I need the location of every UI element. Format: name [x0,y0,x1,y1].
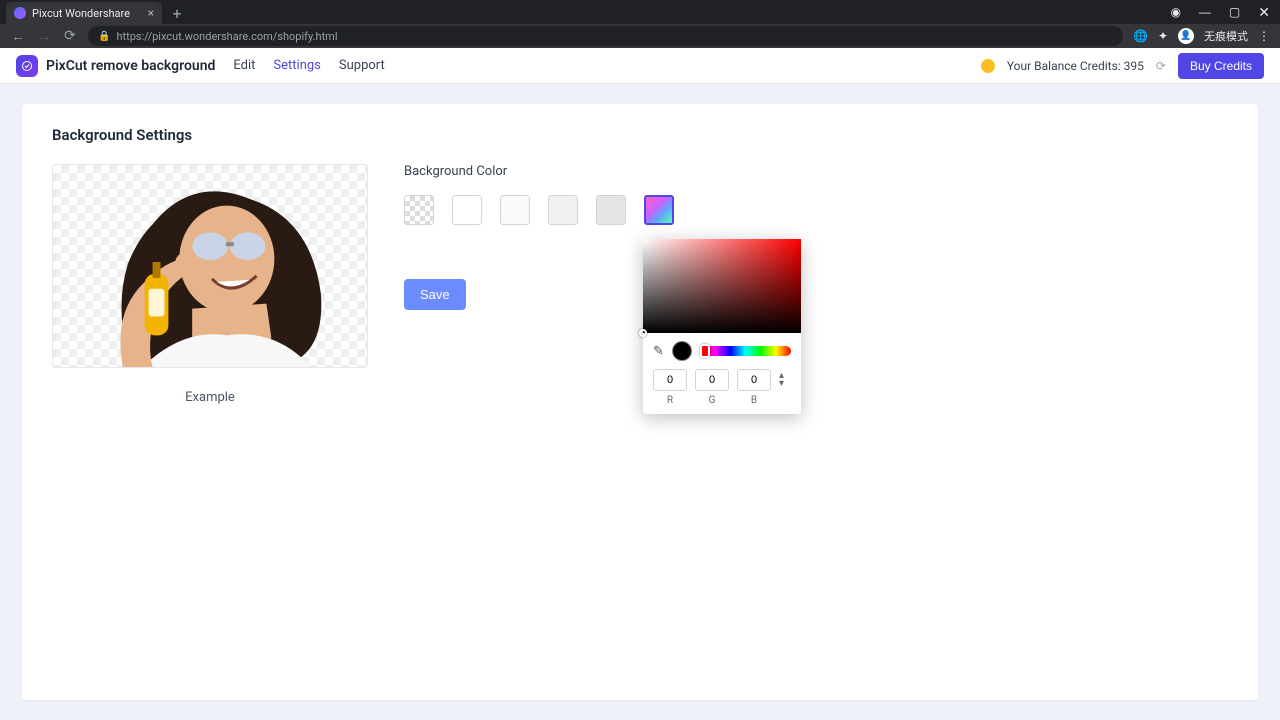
app-header: PixCut remove background Edit Settings S… [0,48,1280,84]
account-icon[interactable]: ◉ [1170,5,1180,19]
label-r: R [653,395,687,406]
address-bar[interactable]: 🔒 https://pixcut.wondershare.com/shopify… [88,26,1123,46]
window-close-icon[interactable]: ✕ [1258,4,1270,21]
app-logo-icon [16,55,38,77]
color-picker-popover: ✎ ▴▾ R G B [643,239,801,414]
current-color-preview [672,341,692,361]
browser-chrome: Pixcut Wondershare × + ◉ — ▢ ✕ ← → ⟳ 🔒 h… [0,0,1280,48]
buy-credits-button[interactable]: Buy Credits [1178,53,1264,79]
chrome-toolbar-icons: 🌐 ✦ 👤 无痕模式 ⋮ [1133,28,1270,44]
page-body: Background Settings [0,84,1280,720]
bg-color-label: Background Color [404,164,1228,179]
label-g: G [695,395,729,406]
sv-handle-icon[interactable] [639,329,647,337]
rgb-g-input[interactable] [695,369,729,391]
translate-icon[interactable]: 🌐 [1133,29,1148,43]
coin-icon [981,59,995,73]
back-icon[interactable]: ← [10,28,26,45]
hue-handle-icon[interactable] [700,344,710,358]
favicon-icon [14,7,26,19]
color-mode-toggle[interactable]: ▴▾ [779,372,784,388]
extensions-icon[interactable]: ✦ [1158,29,1168,43]
browser-tab[interactable]: Pixcut Wondershare × [6,2,162,24]
example-column: Example [52,164,368,405]
swatch-white[interactable] [452,195,482,225]
saturation-value-area[interactable] [643,239,801,333]
maximize-icon[interactable]: ▢ [1229,5,1240,19]
lock-icon: 🔒 [98,31,110,42]
header-right: Your Balance Credits: 395 ⟳ Buy Credits [981,53,1264,79]
swatch-gray1[interactable] [500,195,530,225]
rgb-b-input[interactable] [737,369,771,391]
app-nav: Edit Settings Support [233,58,384,73]
app-title: PixCut remove background [46,58,215,74]
minimize-icon[interactable]: — [1199,5,1211,19]
example-caption: Example [52,390,368,405]
swatch-gray2[interactable] [548,195,578,225]
refresh-credits-icon[interactable]: ⟳ [1156,59,1166,73]
swatch-row [404,195,1228,225]
window-controls: ◉ — ▢ ✕ [1170,0,1280,24]
save-button[interactable]: Save [404,279,466,310]
rgb-r-input[interactable] [653,369,687,391]
chrome-menu-icon[interactable]: ⋮ [1258,29,1270,43]
tab-bar: Pixcut Wondershare × + ◉ — ▢ ✕ [0,0,1280,24]
address-row: ← → ⟳ 🔒 https://pixcut.wondershare.com/s… [0,24,1280,48]
forward-icon[interactable]: → [36,28,52,45]
profile-label: 无痕模式 [1204,28,1248,44]
nav-support[interactable]: Support [339,58,385,73]
settings-column: Background Color Save [404,164,1228,405]
label-b: B [737,395,771,406]
nav-edit[interactable]: Edit [233,58,255,73]
swatch-gray3[interactable] [596,195,626,225]
settings-panel: Background Settings [22,104,1258,700]
swatch-transparent[interactable] [404,195,434,225]
rgb-labels: R G B [643,395,801,414]
new-tab-button[interactable]: + [166,2,188,24]
credits-label: Your Balance Credits: 395 [1007,59,1144,73]
url-text: https://pixcut.wondershare.com/shopify.h… [116,30,337,43]
page-title: Background Settings [52,126,1228,144]
hue-slider[interactable] [700,346,791,356]
nav-settings[interactable]: Settings [273,58,320,73]
tab-title: Pixcut Wondershare [32,7,130,20]
profile-avatar-icon[interactable]: 👤 [1178,28,1194,44]
eyedropper-icon[interactable]: ✎ [653,344,664,359]
reload-icon[interactable]: ⟳ [62,28,78,44]
example-preview [52,164,368,368]
tab-close-icon[interactable]: × [148,6,154,20]
example-image-placeholder [53,165,367,367]
swatch-custom-color[interactable] [644,195,674,225]
